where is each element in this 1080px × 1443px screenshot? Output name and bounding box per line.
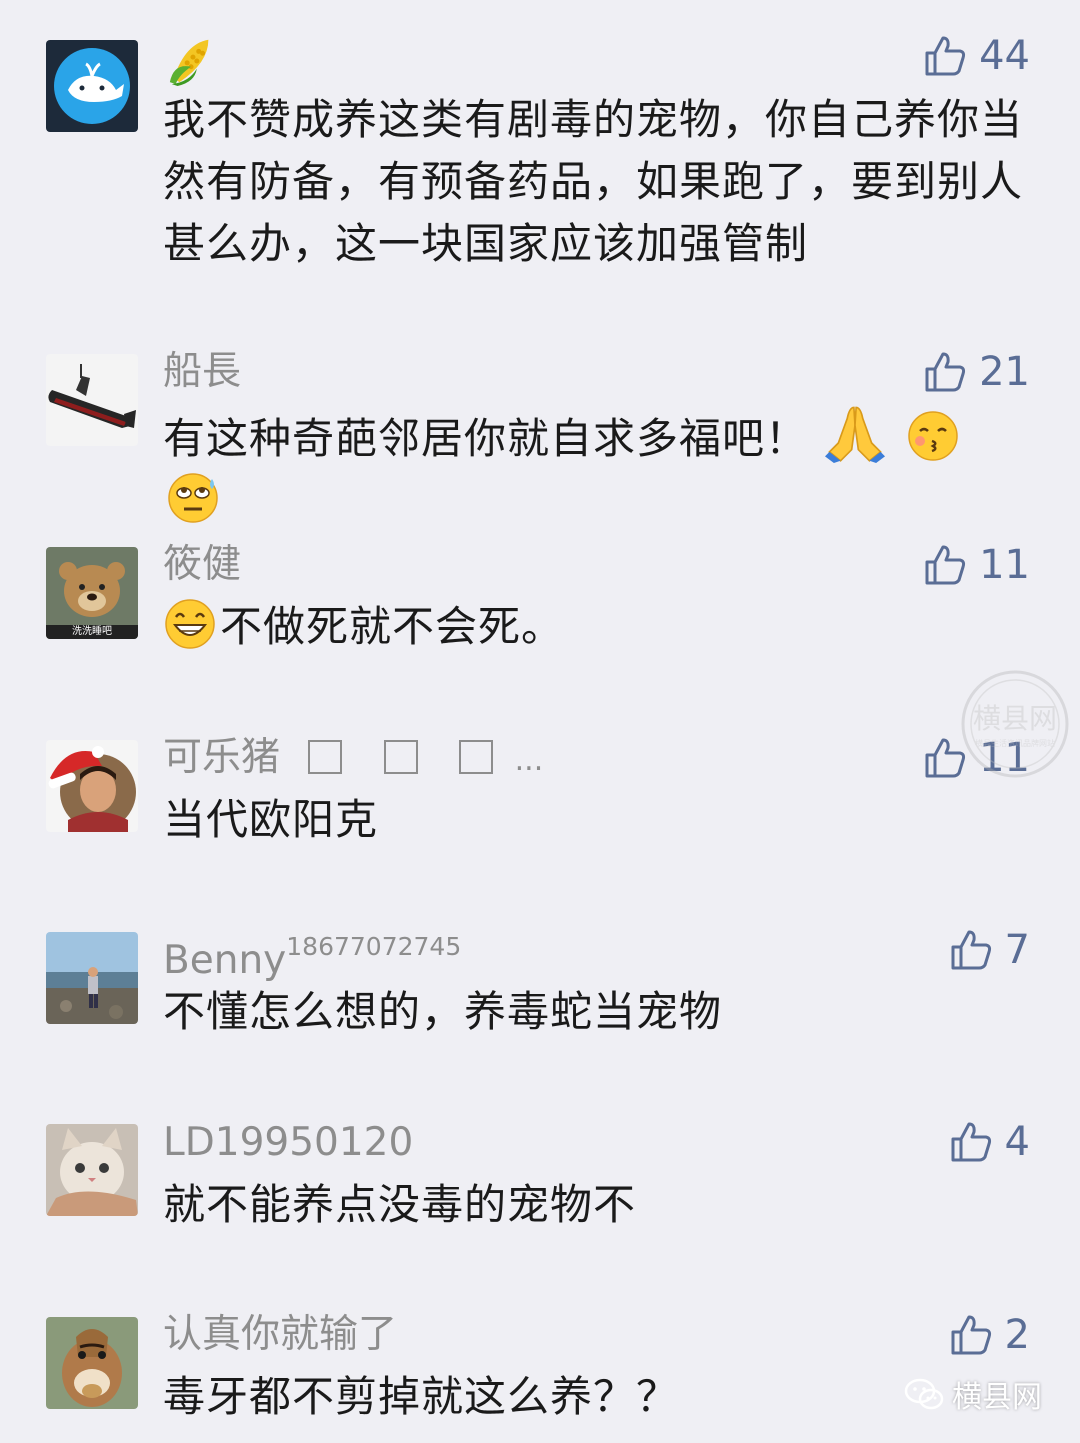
grinning-face-emoji-icon xyxy=(165,599,215,649)
thumbs-up-icon xyxy=(951,930,991,970)
comment-text-body: 不做死就不会死。 xyxy=(220,602,565,651)
svg-text:横县生活资讯品牌网站: 横县生活资讯品牌网站 xyxy=(975,738,1055,748)
kissing-face-emoji-icon xyxy=(907,411,958,461)
avatar[interactable] xyxy=(46,740,138,832)
commenter-name[interactable]: LD19950120 xyxy=(163,1120,413,1166)
avatar[interactable] xyxy=(46,1124,138,1216)
comment-text: 我不赞成养这类有剧毒的宠物，你自己养你当然有防备，有预备药品，如果跑了，要到别人… xyxy=(163,95,1024,268)
like-count: 11 xyxy=(979,542,1030,588)
avatar[interactable] xyxy=(46,354,138,446)
commenter-name[interactable]: 筱健 xyxy=(163,542,241,588)
commenter-name[interactable]: Benny18677072745 xyxy=(163,928,461,984)
avatar[interactable] xyxy=(46,40,138,132)
corn-emoji-icon xyxy=(169,39,209,86)
comment-text: 不懂怎么想的，养毒蛇当宠物 xyxy=(163,987,723,1036)
thumbs-up-icon xyxy=(951,1315,991,1355)
commenter-name-text: Benny xyxy=(163,938,287,983)
like-button[interactable]: 21 xyxy=(923,346,1030,398)
commenter-name[interactable]: 可乐猪 ... xyxy=(163,735,543,784)
avatar[interactable] xyxy=(46,1317,138,1409)
thumbs-up-icon xyxy=(925,36,966,76)
missing-glyph-icon xyxy=(308,740,343,774)
comment-text-body: 有这种奇葩邻居你就自求多福吧！ xyxy=(163,414,809,463)
thumbs-up-icon xyxy=(951,1122,991,1162)
like-button[interactable]: 11 xyxy=(923,539,1030,591)
name-ellipsis: ... xyxy=(514,743,544,778)
thumbs-up-icon xyxy=(925,545,966,585)
commenter-name-text: 可乐猪 xyxy=(163,735,281,780)
avatar[interactable] xyxy=(46,932,138,1024)
folded-hands-emoji-icon xyxy=(825,406,886,463)
like-button[interactable]: 4 xyxy=(949,1116,1030,1168)
avatar-caption: 洗洗睡吧 xyxy=(72,626,112,637)
footer-brand: 横县网 xyxy=(904,1372,1042,1416)
comment-text: 就不能养点没毒的宠物不 xyxy=(163,1180,637,1229)
commenter-name[interactable]: 认真你就输了 xyxy=(163,1312,397,1358)
watermark-seal-icon: 横县网 横县生活资讯品牌网站 xyxy=(961,670,1069,778)
avatar[interactable]: 洗洗睡吧 xyxy=(46,547,138,639)
commenter-name-sup: 18677072745 xyxy=(286,932,462,961)
comment-text: 毒牙都不剪掉就这么养？？ xyxy=(163,1372,680,1421)
like-count: 4 xyxy=(1004,1119,1030,1165)
wechat-icon xyxy=(904,1378,944,1410)
like-button[interactable]: 2 xyxy=(949,1309,1030,1361)
like-count: 44 xyxy=(979,33,1030,79)
comment-text: 不做死就不会死。 xyxy=(163,596,1033,658)
like-count: 7 xyxy=(1004,927,1030,973)
comment-text: 有这种奇葩邻居你就自求多福吧！ xyxy=(163,403,1033,532)
like-count: 21 xyxy=(979,349,1030,395)
like-button[interactable]: 44 xyxy=(923,30,1030,82)
like-count: 2 xyxy=(1004,1312,1030,1358)
missing-glyph-icon xyxy=(383,740,418,774)
svg-text:横县网: 横县网 xyxy=(973,702,1057,735)
footer-brand-text: 横县网 xyxy=(952,1380,1042,1415)
rolling-eyes-emoji-icon xyxy=(168,473,218,523)
like-button[interactable]: 7 xyxy=(949,924,1030,976)
thumbs-up-icon xyxy=(925,352,966,392)
commenter-name[interactable] xyxy=(163,34,221,87)
comment-text: 当代欧阳克 xyxy=(163,795,379,844)
missing-glyph-icon xyxy=(459,740,494,774)
commenter-name[interactable]: 船長 xyxy=(163,349,241,395)
